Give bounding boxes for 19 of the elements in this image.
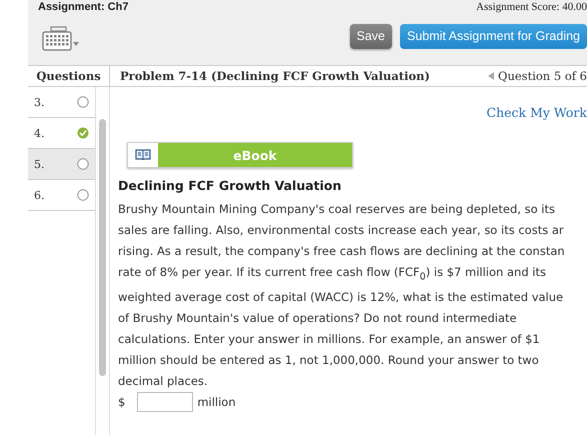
book-icon xyxy=(135,149,151,161)
questions-header: Questions xyxy=(28,66,110,86)
assignment-title: Assignment: Ch7 xyxy=(38,1,128,13)
problem-text: Brushy Mountain Mining Company's coal reserves are being depleted, so its sales are falling. Also, environmental costs increase each year, so its costs ar rising. As a result, the company's free cash flows are declining at the constan rate of 8% per year. If its current free cash flow (FCF$_{0}$) is $7 million and its weighted average cost of capital (WACC) is 12%, what is the estimated value of Brushy Mountain's value of operations? Do not round intermediate calculations. Enter your answer in millions. For example, an answer of $1 million should be entered as 1, not 1,000,000. Round your answer to two decimal places. xyxy=(118,201,566,390)
question-item[interactable]: 6. xyxy=(28,180,96,211)
question-position: Question 5 of 6 xyxy=(498,69,587,83)
dollar-sign: $ xyxy=(118,395,126,410)
problem-title: Problem 7-14 (Declining FCF Growth Valuation) xyxy=(120,69,430,83)
answer-field[interactable] xyxy=(137,392,194,412)
save-button[interactable]: Save xyxy=(350,24,392,48)
question-item[interactable]: 5. xyxy=(28,149,96,180)
question-item[interactable]: 3. xyxy=(28,87,96,118)
previous-arrow-icon[interactable] xyxy=(488,72,494,80)
problem-heading: Declining FCF Growth Valuation xyxy=(118,178,342,193)
check-my-work-link[interactable]: Check My Work xyxy=(486,105,587,142)
keyboard-icon[interactable] xyxy=(42,26,80,52)
assignment-score: Assignment Score: 40.00 xyxy=(476,1,587,13)
unit-label: million xyxy=(197,395,236,410)
scrollbar-thumb[interactable] xyxy=(99,119,106,376)
